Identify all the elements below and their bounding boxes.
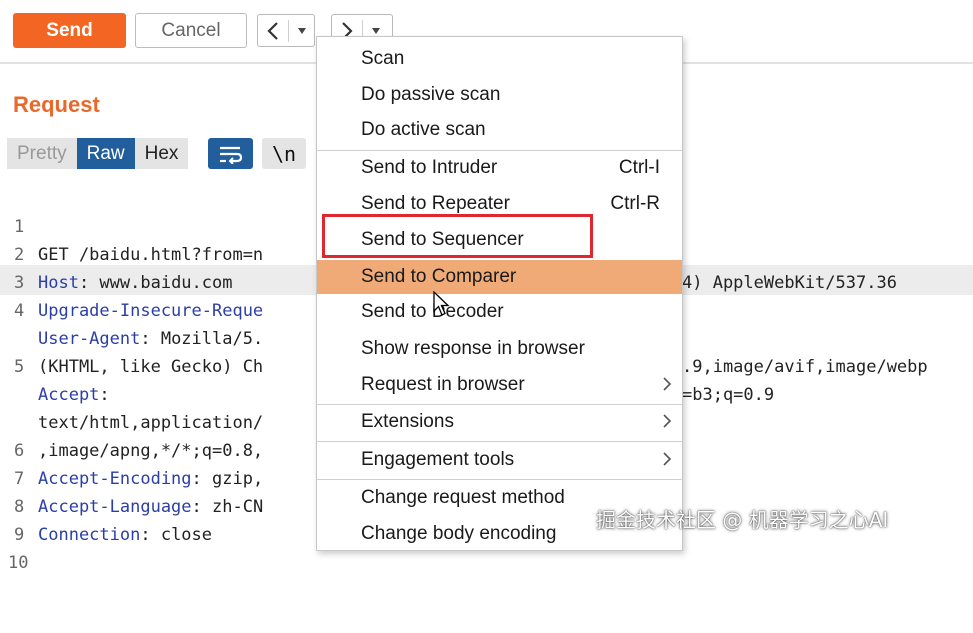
header-name: Host xyxy=(38,273,79,293)
menu-item-show-response-in-browser[interactable]: Show response in browser xyxy=(317,332,682,366)
code-line: 9 xyxy=(14,525,25,545)
shortcut-label: Ctrl-I xyxy=(618,157,660,178)
header-value: : www.baidu.com xyxy=(78,273,233,293)
chevron-left-icon xyxy=(258,21,288,40)
header-value: : Mozilla/5. xyxy=(140,329,264,349)
menu-item-send-to-intruder[interactable]: Send to Intruder Ctrl-I xyxy=(317,151,682,185)
menu-item-engagement-tools[interactable]: Engagement tools xyxy=(317,443,682,477)
watermark-text: 掘金技术社区 @ 机器学习之心AI xyxy=(596,508,889,532)
code-line-continuation: 4) AppleWebKit/537.36 xyxy=(682,273,897,293)
menu-item-send-to-comparer[interactable]: Send to Comparer xyxy=(317,260,682,294)
tab-hex[interactable]: Hex xyxy=(134,138,189,169)
header-name: User-Agent xyxy=(38,329,141,349)
history-back-dropdown[interactable] xyxy=(288,19,314,42)
send-button[interactable]: Send xyxy=(13,13,126,48)
header-value: : gzip, xyxy=(191,469,264,489)
tab-pretty[interactable]: Pretty xyxy=(7,138,77,169)
header-name: Upgrade-Insecure-Reque xyxy=(38,301,264,321)
code-line: 6 Accept-Encoding: gzip, xyxy=(14,441,264,489)
header-name: Accept xyxy=(38,385,100,405)
menu-divider xyxy=(317,479,682,480)
header-value: : zh-CN xyxy=(191,497,264,517)
code-line: 3 Upgrade-Insecure-Reque xyxy=(14,273,264,321)
cancel-button[interactable]: Cancel xyxy=(135,13,247,48)
wrap-lines-button[interactable] xyxy=(208,138,253,169)
code-line-continuation: .9,image/avif,image/webp xyxy=(682,357,928,377)
chevron-right-icon xyxy=(662,413,672,435)
header-name: Accept-Language xyxy=(38,497,192,517)
chevron-right-icon xyxy=(662,376,672,398)
menu-item-scan[interactable]: Scan xyxy=(317,42,682,76)
header-name: Accept-Encoding xyxy=(38,469,192,489)
context-menu: Scan Do passive scan Do active scan Send… xyxy=(316,36,683,551)
code-line: 5 Accept: xyxy=(14,357,110,405)
code-line: 8 Connection: close xyxy=(14,497,213,545)
code-line: ,image/apng,*/*;q=0.8, xyxy=(38,441,264,461)
request-panel-title: Request xyxy=(13,92,100,117)
header-value: : xyxy=(99,385,110,405)
header-name: Connection xyxy=(38,525,141,545)
menu-item-request-in-browser[interactable]: Request in browser xyxy=(317,368,682,402)
code-line: 10 xyxy=(8,553,29,573)
menu-item-send-to-decoder[interactable]: Send to Decoder xyxy=(317,295,682,329)
history-back-button[interactable] xyxy=(257,14,315,47)
wrap-lines-icon xyxy=(219,146,242,164)
annotation-highlight-box xyxy=(322,214,593,258)
menu-item-extensions[interactable]: Extensions xyxy=(317,405,682,439)
code-line: 7 Accept-Language: zh-CN xyxy=(14,469,264,517)
chevron-right-icon xyxy=(662,451,672,473)
header-value: : close xyxy=(140,525,213,545)
code-line: 1 GET /baidu.html?from=n xyxy=(14,217,264,265)
code-line: 2 Host: www.baidu.com xyxy=(14,245,233,293)
mouse-pointer-icon xyxy=(433,290,451,321)
menu-item-do-passive-scan[interactable]: Do passive scan xyxy=(317,78,682,112)
code-line: (KHTML, like Gecko) Ch xyxy=(38,357,264,377)
menu-divider xyxy=(317,441,682,442)
view-mode-tabs: Pretty Raw Hex xyxy=(7,138,189,169)
menu-item-do-active-scan[interactable]: Do active scan xyxy=(317,113,682,147)
shortcut-label: Ctrl-R xyxy=(610,193,660,214)
tab-raw[interactable]: Raw xyxy=(76,138,135,169)
triangle-down-icon xyxy=(371,27,380,34)
code-line-continuation: =b3;q=0.9 xyxy=(682,385,775,405)
code-line: 4 User-Agent: Mozilla/5. xyxy=(14,301,264,349)
triangle-down-icon xyxy=(297,27,306,34)
newline-toggle-button[interactable]: \n xyxy=(262,138,306,169)
code-line: text/html,application/ xyxy=(38,413,264,433)
